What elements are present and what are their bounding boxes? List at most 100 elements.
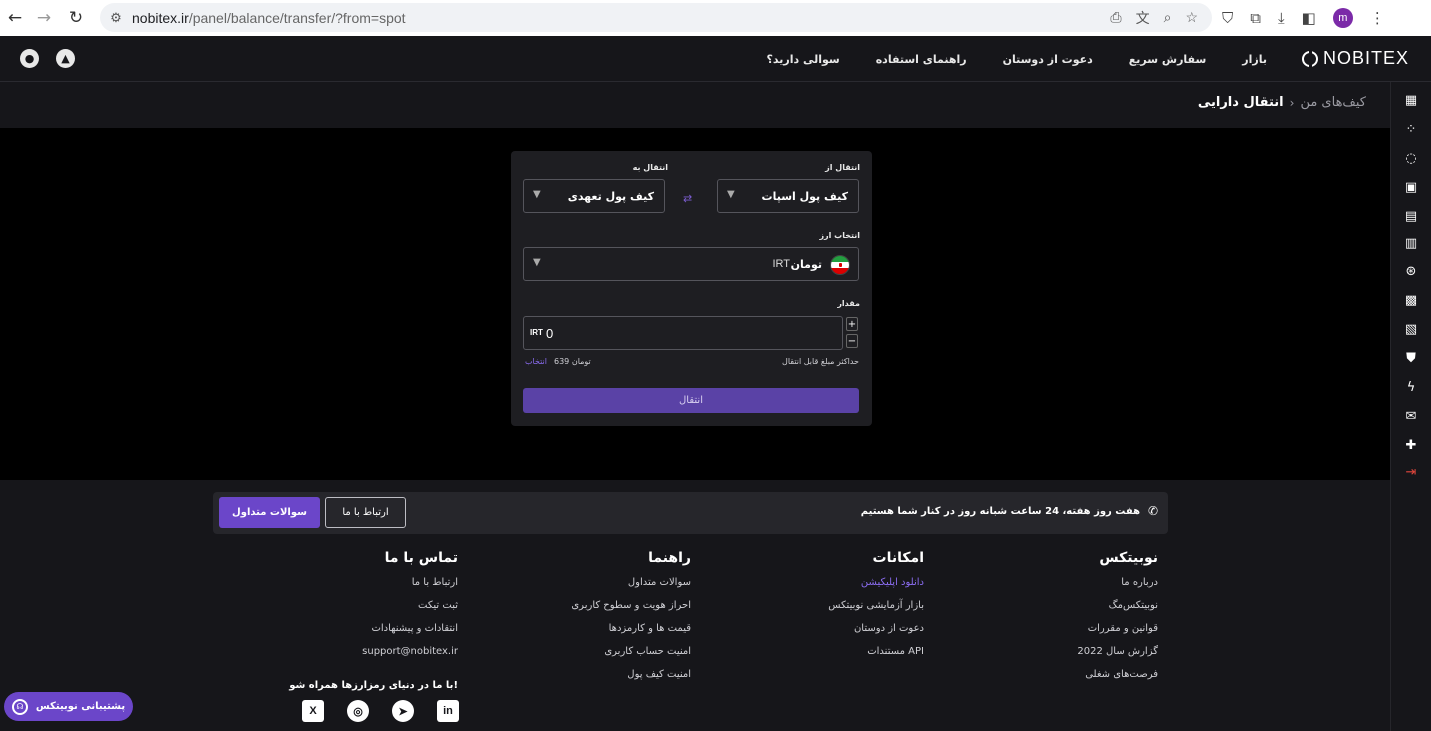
- x-twitter-icon[interactable]: X: [302, 700, 324, 722]
- footer-link[interactable]: نوبیتکس‌مگ: [1008, 599, 1158, 622]
- decrement-button[interactable]: −: [846, 334, 858, 348]
- footer-link[interactable]: دعوت از دوستان: [774, 622, 924, 645]
- breadcrumb: کیف‌های من › انتقال دارایی: [1198, 95, 1366, 110]
- user-account-icon[interactable]: ●: [20, 49, 39, 68]
- bolt-icon[interactable]: ϟ: [1403, 379, 1419, 395]
- asset-name: تومان: [790, 258, 822, 271]
- nav-questions[interactable]: سوالی دارید؟: [767, 53, 840, 66]
- faq-button[interactable]: سوالات متداول: [219, 497, 320, 528]
- nav-market[interactable]: بازار: [1242, 53, 1267, 66]
- footer-link[interactable]: درباره ما: [1008, 576, 1158, 599]
- market-icon[interactable]: ⁘: [1403, 121, 1419, 137]
- clipboard-icon[interactable]: ▥: [1403, 235, 1419, 251]
- url-path: /panel/balance/transfer/?from=spot: [188, 9, 406, 26]
- instagram-icon[interactable]: ◎: [347, 700, 369, 722]
- swap-icon[interactable]: ⇄: [683, 192, 692, 205]
- site-info-icon[interactable]: ⚙: [100, 10, 132, 26]
- footer-link[interactable]: ثبت تیکت: [308, 599, 458, 622]
- iran-flag-icon: [830, 255, 850, 275]
- amount-input[interactable]: [546, 323, 626, 343]
- shield-icon[interactable]: ⛊: [1403, 350, 1419, 366]
- notifications-icon[interactable]: ▲: [56, 49, 75, 68]
- social-title: با ما در دنیای رمزارزها همراه شو!: [289, 680, 458, 691]
- footer-col-title: تماس با ما: [384, 550, 458, 566]
- install-app-icon[interactable]: ⎙: [1110, 9, 1121, 26]
- loading-icon[interactable]: ◌: [1403, 150, 1419, 166]
- footer-col-nobitex: نوبیتکس درباره ما نوبیتکس‌مگ قوانین و مق…: [1008, 550, 1158, 691]
- footer-link[interactable]: احراز هویت و سطوح کاربری: [541, 599, 691, 622]
- footer-link[interactable]: مستندات API: [774, 645, 924, 668]
- select-max-link[interactable]: انتخاب: [525, 357, 547, 366]
- max-transfer-value: 639 تومان: [554, 357, 591, 366]
- footer-link-support-email[interactable]: support@nobitex.ir: [308, 645, 458, 668]
- transfer-submit-button[interactable]: انتقال: [523, 388, 859, 413]
- increment-button[interactable]: +: [846, 317, 858, 331]
- footer-link[interactable]: فرصت‌های شغلی: [1008, 668, 1158, 691]
- reload-button[interactable]: ↻: [61, 3, 91, 33]
- footer-link[interactable]: قوانین و مقررات: [1008, 622, 1158, 645]
- footer-link[interactable]: بازار آزمایشی نوبیتکس: [774, 599, 924, 622]
- extensions-puzzle-icon[interactable]: ⧉: [1250, 9, 1261, 27]
- profile-icon[interactable]: ▩: [1403, 292, 1419, 308]
- amount-field[interactable]: IRT: [523, 316, 843, 350]
- nav-quick-order[interactable]: سفارش سریع: [1129, 53, 1207, 66]
- browser-toolbar: ← → ↻ ⚙ nobitex.ir /panel/balance/transf…: [0, 0, 1431, 36]
- footer-link-download-app[interactable]: دانلود اپلیکیشن: [774, 576, 924, 599]
- extension-shield-icon[interactable]: ⛉: [1222, 9, 1233, 27]
- footer-link[interactable]: امنیت حساب کاربری: [541, 645, 691, 668]
- footer-link[interactable]: سوالات متداول: [541, 576, 691, 599]
- zoom-icon[interactable]: ⌕: [1164, 9, 1172, 26]
- footer-col-features: امکانات دانلود اپلیکیشن بازار آزمایشی نو…: [774, 550, 924, 668]
- menu-kebab-icon[interactable]: ⋮: [1370, 9, 1385, 27]
- footer-link[interactable]: امنیت کیف پول: [541, 668, 691, 691]
- asset-code: IRT: [772, 258, 790, 270]
- wallet-icon[interactable]: ▣: [1403, 179, 1419, 195]
- breadcrumb-my-wallets[interactable]: کیف‌های من: [1300, 95, 1366, 110]
- add-user-icon[interactable]: ✚: [1403, 437, 1419, 453]
- address-bar[interactable]: ⚙ nobitex.ir /panel/balance/transfer/?fr…: [100, 3, 1212, 32]
- phone-icon: ✆: [1147, 504, 1158, 518]
- footer-col-title: نوبیتکس: [1099, 550, 1158, 566]
- profile-avatar[interactable]: m: [1332, 7, 1353, 28]
- support-chat-button[interactable]: ☊ پشتیبانی نوبیتکس: [4, 692, 133, 721]
- mail-icon[interactable]: ✉: [1403, 408, 1419, 424]
- bookmark-star-icon[interactable]: ☆: [1185, 9, 1198, 26]
- side-panel-icon[interactable]: ◧: [1302, 9, 1316, 27]
- forward-button[interactable]: →: [29, 3, 59, 33]
- contact-us-button[interactable]: ارتباط با ما: [325, 497, 406, 528]
- footer-link[interactable]: انتقادات و پیشنهادات: [308, 622, 458, 645]
- from-wallet-select[interactable]: کیف پول اسپات ▼: [717, 179, 859, 213]
- footer-col-title: امکانات: [872, 550, 924, 566]
- back-button[interactable]: ←: [0, 3, 30, 33]
- translate-icon[interactable]: 文: [1136, 8, 1150, 28]
- linkedin-icon[interactable]: in: [437, 700, 459, 722]
- side-nav: ▦ ⁘ ◌ ▣ ▤ ▥ ⊛ ▩ ▧ ⛊ ϟ ✉ ✚ ⇥: [1390, 82, 1431, 731]
- chevron-down-icon: ▼: [727, 189, 735, 200]
- to-wallet-select[interactable]: کیف پول تعهدی ▼: [523, 179, 665, 213]
- footer-link[interactable]: قیمت ها و کارمزدها: [541, 622, 691, 645]
- nav-usage-guide[interactable]: راهنمای استفاده: [876, 53, 967, 66]
- from-label: انتقال از: [825, 163, 860, 172]
- asset-select[interactable]: تومان IRT ▼: [523, 247, 859, 281]
- amount-label: مقدار: [837, 299, 860, 308]
- dashboard-icon[interactable]: ▦: [1403, 92, 1419, 108]
- footer-link[interactable]: ارتباط با ما: [308, 576, 458, 599]
- telegram-icon[interactable]: ➤: [392, 700, 414, 722]
- download-icon[interactable]: ⤓: [1278, 9, 1285, 27]
- support-hours-text: هفت روز هفته، 24 ساعت شبانه روز در کنار …: [860, 506, 1140, 517]
- footer: ✆ هفت روز هفته، 24 ساعت شبانه روز در کنا…: [0, 480, 1390, 731]
- footer-link[interactable]: گزارش سال 2022: [1008, 645, 1158, 668]
- asset-label: انتخاب ارز: [819, 231, 860, 240]
- calendar-icon[interactable]: ▧: [1403, 321, 1419, 337]
- to-label: انتقال به: [632, 163, 668, 172]
- nobitex-logo[interactable]: NOBITEX: [1301, 48, 1409, 69]
- max-transfer-label: حداکثر مبلغ قابل انتقال: [782, 357, 859, 366]
- chevron-down-icon: ▼: [533, 257, 541, 268]
- amount-unit: IRT: [530, 328, 543, 337]
- footer-col-guide: راهنما سوالات متداول احراز هویت و سطوح ک…: [541, 550, 691, 691]
- nav-invite-friends[interactable]: دعوت از دوستان: [1003, 53, 1093, 66]
- logout-icon[interactable]: ⇥: [1403, 464, 1419, 480]
- exchange-icon[interactable]: ⊛: [1403, 263, 1419, 279]
- url-host: nobitex.ir: [132, 9, 189, 26]
- chart-icon[interactable]: ▤: [1403, 208, 1419, 224]
